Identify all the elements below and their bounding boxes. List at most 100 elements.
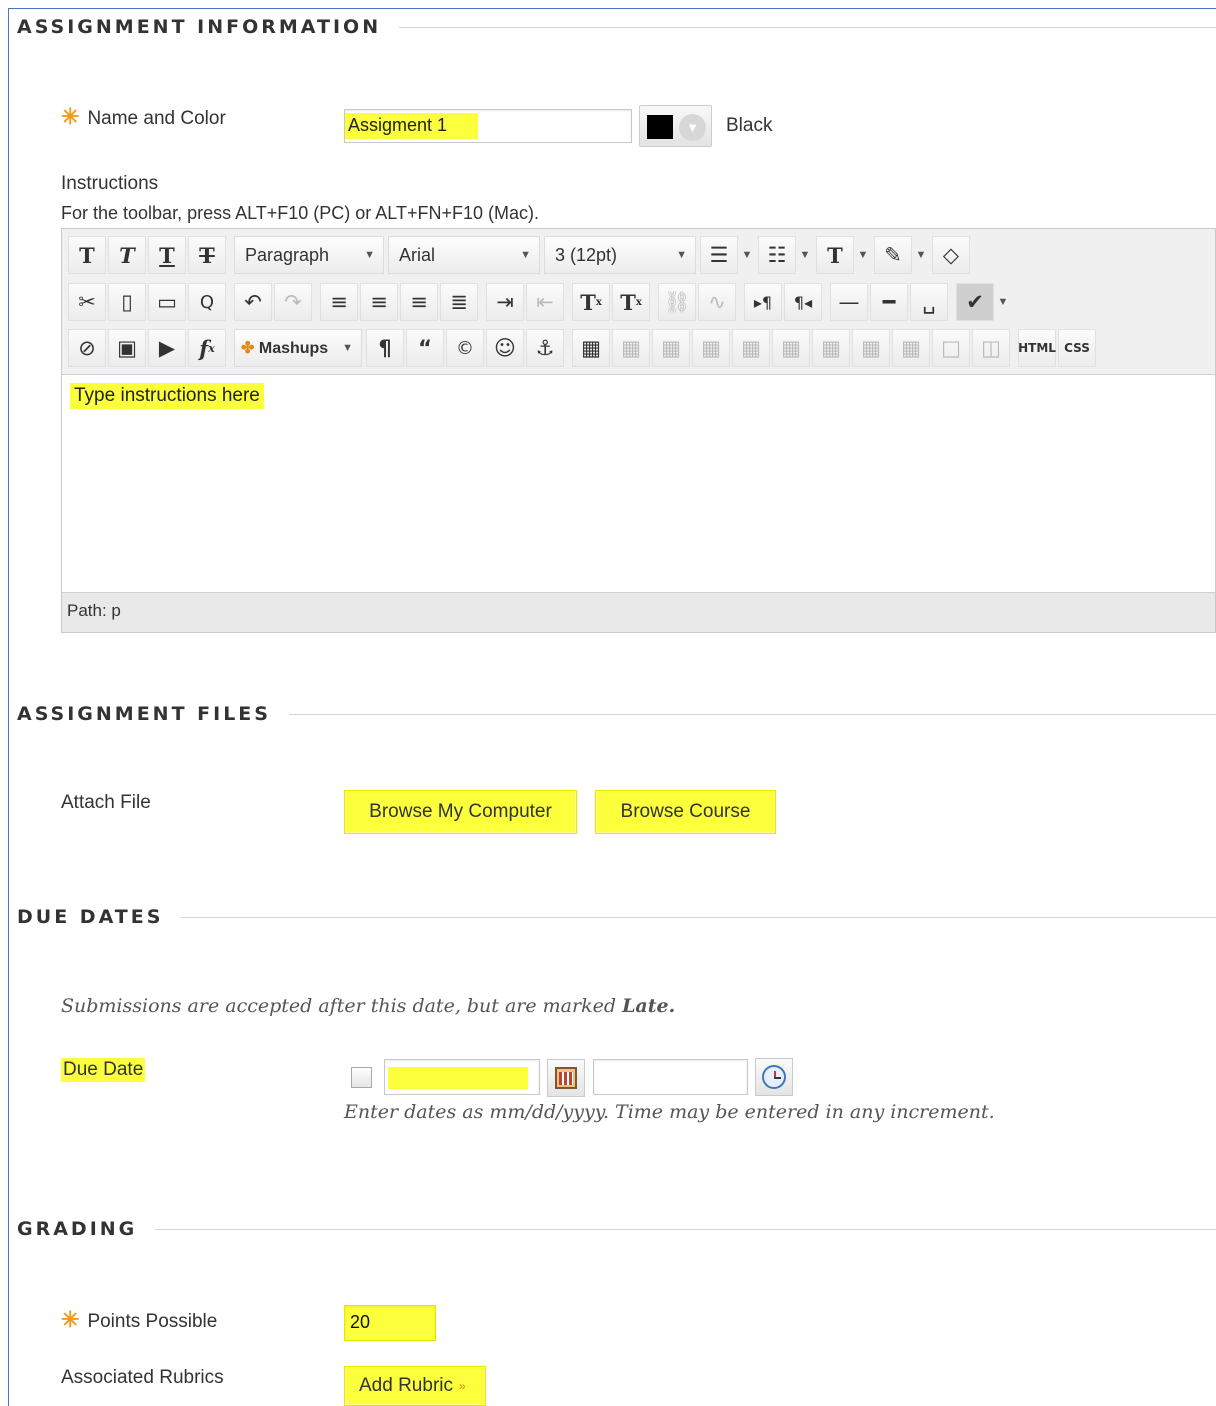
font-select[interactable]: Arial ▼ xyxy=(388,236,540,274)
copyright-icon[interactable]: © xyxy=(446,329,484,367)
align-left-icon[interactable]: ≡ xyxy=(320,283,358,321)
mashups-label: Mashups xyxy=(258,340,329,357)
attach-file-label: Attach File xyxy=(61,792,151,813)
eraser-icon[interactable]: ◇ xyxy=(932,236,970,274)
date-format-hint: Enter dates as mm/dd/yyyy. Time may be e… xyxy=(344,1101,995,1123)
instructions-label: Instructions xyxy=(61,173,159,194)
editor-placeholder: Type instructions here xyxy=(70,383,264,409)
points-input[interactable]: 20 xyxy=(344,1305,436,1341)
numbered-list-icon[interactable]: ☷ xyxy=(758,236,796,274)
align-right-icon[interactable]: ≡ xyxy=(400,283,438,321)
paragraph-select[interactable]: Paragraph ▼ xyxy=(234,236,384,274)
delete-row-icon[interactable]: ▦ xyxy=(772,329,810,367)
undo-icon[interactable]: ↶ xyxy=(234,283,272,321)
toolbar-row-3: ⊘ ▣ ▶ fx ✤ Mashups ▼ ¶ “ © ☺ ⚓ ▦ ▦ ▦ ▦ ▦ … xyxy=(68,328,1098,368)
add-rubric-label: Add Rubric xyxy=(359,1375,453,1396)
blockquote-icon[interactable]: “ xyxy=(406,329,444,367)
insert-col-before-icon[interactable]: ▦ xyxy=(812,329,850,367)
table-cell-props-icon[interactable]: ▦ xyxy=(652,329,690,367)
copy-icon[interactable]: ▯ xyxy=(108,283,146,321)
chevron-down-icon: » xyxy=(459,1379,466,1393)
table-row-props-icon[interactable]: ▦ xyxy=(612,329,650,367)
bullet-list-icon[interactable]: ☰ xyxy=(700,236,738,274)
align-center-icon[interactable]: ≡ xyxy=(360,283,398,321)
ltr-icon[interactable]: ▸¶ xyxy=(744,283,782,321)
calendar-icon[interactable] xyxy=(547,1059,585,1097)
editor-content-area[interactable]: Type instructions here xyxy=(62,375,1215,593)
bold-icon[interactable]: T xyxy=(68,236,106,274)
chevron-down-icon[interactable]: ▼ xyxy=(798,249,812,261)
insert-media-icon[interactable]: ▶ xyxy=(148,329,186,367)
rtl-icon[interactable]: ¶◂ xyxy=(784,283,822,321)
unlink-icon[interactable]: ∿ xyxy=(698,283,736,321)
mashups-select[interactable]: ✤ Mashups ▼ xyxy=(234,329,362,367)
due-date-checkbox[interactable] xyxy=(351,1067,372,1088)
cut-icon[interactable]: ✂ xyxy=(68,283,106,321)
editor-toolbar: T T T T Paragraph ▼ Arial ▼ 3 (12pt) ▼ ☰ ▼ … xyxy=(62,229,1215,375)
superscript-icon[interactable]: Tx xyxy=(572,283,610,321)
due-date-highlight xyxy=(388,1067,528,1089)
delete-col-icon[interactable]: ▦ xyxy=(892,329,930,367)
italic-icon[interactable]: T xyxy=(108,236,146,274)
attach-file-icon[interactable]: ⊘ xyxy=(68,329,106,367)
editor-path-bar: Path: p xyxy=(62,592,1215,632)
link-icon[interactable]: ⛓ xyxy=(658,283,696,321)
insert-row-after-icon[interactable]: ▦ xyxy=(732,329,770,367)
text-color-icon[interactable]: T xyxy=(816,236,854,274)
section-assignment-information: ASSIGNMENT INFORMATION xyxy=(17,15,1216,39)
horizontal-rule-icon[interactable]: — xyxy=(830,283,868,321)
browse-course-button[interactable]: Browse Course xyxy=(595,790,776,834)
math-formula-icon[interactable]: fx xyxy=(188,329,226,367)
chevron-down-icon[interactable]: ▼ xyxy=(740,249,754,261)
find-icon[interactable]: Q xyxy=(188,283,226,321)
chevron-down-icon[interactable]: ▼ xyxy=(914,249,928,261)
indent-icon[interactable]: ⇥ xyxy=(486,283,524,321)
due-time-input[interactable] xyxy=(593,1059,748,1095)
section-assignment-files: ASSIGNMENT FILES xyxy=(17,702,1216,726)
justify-icon[interactable]: ≣ xyxy=(440,283,478,321)
toolbar-hint: For the toolbar, press ALT+F10 (PC) or A… xyxy=(61,203,540,223)
insert-table-icon[interactable]: ▦ xyxy=(572,329,610,367)
nonbreaking-space-icon[interactable]: ␣ xyxy=(910,283,948,321)
chevron-down-icon[interactable]: ▼ xyxy=(856,249,870,261)
anchor-icon[interactable]: ⚓ xyxy=(526,329,564,367)
font-size-select[interactable]: 3 (12pt) ▼ xyxy=(544,236,696,274)
due-date-input[interactable] xyxy=(384,1059,540,1095)
strikethrough-icon[interactable]: T xyxy=(188,236,226,274)
due-note-late: Late. xyxy=(622,995,676,1017)
subscript-icon[interactable]: Tx xyxy=(612,283,650,321)
html-source-button[interactable]: HTML xyxy=(1018,329,1056,367)
paste-icon[interactable]: ▭ xyxy=(148,283,186,321)
name-color-label: ✳ Name and Color xyxy=(61,104,226,130)
name-label-text: Name and Color xyxy=(87,108,226,129)
spellcheck-icon[interactable]: ✔ xyxy=(956,283,994,321)
name-input[interactable] xyxy=(344,109,632,143)
due-date-note: Submissions are accepted after this date… xyxy=(61,995,675,1017)
underline-icon[interactable]: T xyxy=(148,236,186,274)
merge-cells-icon[interactable]: □ xyxy=(932,329,970,367)
instructions-editor: T T T T Paragraph ▼ Arial ▼ 3 (12pt) ▼ ☰ ▼ … xyxy=(61,228,1216,633)
thick-rule-icon[interactable]: ━ xyxy=(870,283,908,321)
chevron-down-icon: ▼ xyxy=(679,114,706,141)
clock-icon[interactable] xyxy=(755,1058,793,1096)
section-title: ASSIGNMENT FILES xyxy=(17,703,271,725)
split-cells-icon[interactable]: ◫ xyxy=(972,329,1010,367)
section-title: DUE DATES xyxy=(17,906,164,928)
insert-image-icon[interactable]: ▣ xyxy=(108,329,146,367)
highlight-pen-icon[interactable]: ✎ xyxy=(874,236,912,274)
insert-col-after-icon[interactable]: ▦ xyxy=(852,329,890,367)
section-title: GRADING xyxy=(17,1218,138,1240)
browse-my-computer-button[interactable]: Browse My Computer xyxy=(344,790,577,834)
redo-icon[interactable]: ↷ xyxy=(274,283,312,321)
css-button[interactable]: CSS xyxy=(1058,329,1096,367)
outdent-icon[interactable]: ⇤ xyxy=(526,283,564,321)
due-note-text: Submissions are accepted after this date… xyxy=(61,995,623,1017)
paragraph-mark-icon[interactable]: ¶ xyxy=(366,329,404,367)
chevron-down-icon[interactable]: ▼ xyxy=(996,296,1010,308)
points-possible-label: ✳ Points Possible xyxy=(61,1307,217,1333)
insert-row-before-icon[interactable]: ▦ xyxy=(692,329,730,367)
section-grading: GRADING xyxy=(17,1217,1216,1241)
color-picker[interactable]: ▼ xyxy=(639,105,712,147)
emoticon-icon[interactable]: ☺ xyxy=(486,329,524,367)
add-rubric-button[interactable]: Add Rubric » xyxy=(344,1366,486,1406)
